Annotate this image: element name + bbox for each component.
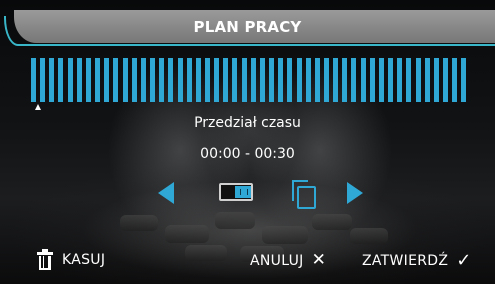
toggle-switch-icon[interactable]: [219, 183, 253, 201]
timeline-segment[interactable]: [186, 58, 192, 102]
timeline-position-marker: [35, 104, 41, 110]
timeline-segment[interactable]: [140, 58, 146, 102]
timeline-segment[interactable]: [378, 58, 384, 102]
timeline-segment[interactable]: [49, 58, 55, 102]
background-pellet: [262, 226, 308, 244]
timeline-segment[interactable]: [113, 58, 119, 102]
timeline-segment[interactable]: [85, 58, 91, 102]
work-schedule-screen: PLAN PRACY Przedział czasu 00:00 - 00:30…: [0, 0, 495, 284]
timeline-segment[interactable]: [95, 58, 101, 102]
confirm-button[interactable]: ZATWIERDŹ ✓: [362, 252, 471, 270]
timeline-segment[interactable]: [76, 58, 82, 102]
copy-icon[interactable]: [292, 180, 316, 209]
timeline-segment[interactable]: [122, 58, 128, 102]
arrow-left-icon[interactable]: [158, 182, 174, 204]
cancel-button-label: ANULUJ: [250, 252, 304, 269]
timeline-segment[interactable]: [159, 58, 165, 102]
background-pellet: [120, 215, 158, 231]
close-icon: ✕: [311, 250, 326, 270]
header: PLAN PRACY: [0, 0, 495, 46]
timeline-segment[interactable]: [296, 58, 302, 102]
timeline-segment[interactable]: [31, 58, 36, 102]
timeline-segment[interactable]: [223, 58, 229, 102]
checkmark-icon: ✓: [456, 250, 472, 271]
timeline-segment[interactable]: [452, 58, 458, 102]
confirm-button-label: ZATWIERDŹ: [362, 253, 449, 269]
background-pellet: [350, 228, 388, 244]
timeline-segment[interactable]: [232, 58, 238, 102]
trash-icon-lid: [37, 252, 53, 255]
trash-icon-body: [39, 256, 51, 270]
timeline-segment[interactable]: [278, 58, 284, 102]
timeline-segment[interactable]: [443, 58, 449, 102]
timeline-segment[interactable]: [333, 58, 339, 102]
timeline-segment[interactable]: [324, 58, 329, 102]
timeline-segment[interactable]: [342, 58, 348, 102]
timeline-segment[interactable]: [204, 58, 210, 102]
background-pellet: [312, 214, 352, 230]
timeline-segment[interactable]: [177, 58, 183, 102]
toggle-grip: [240, 189, 248, 195]
timeline-segment[interactable]: [397, 58, 403, 102]
timeline-segment[interactable]: [259, 58, 265, 102]
timeline-segment[interactable]: [314, 58, 320, 102]
timeline-segment[interactable]: [351, 58, 357, 102]
timeline-segment[interactable]: [58, 58, 64, 102]
background-pellet: [165, 225, 209, 243]
timeline-segment[interactable]: [67, 58, 73, 102]
timeline-segment[interactable]: [433, 58, 439, 102]
delete-button-label: KASUJ: [62, 252, 106, 268]
timeline-segment[interactable]: [150, 58, 156, 102]
cancel-button[interactable]: ANULUJ ✕: [250, 252, 326, 269]
timeline-segment[interactable]: [360, 58, 366, 102]
timeline-segment[interactable]: [388, 58, 394, 102]
timeline-segment[interactable]: [415, 58, 421, 102]
arrow-right-icon[interactable]: [347, 182, 363, 204]
timeline-segment[interactable]: [461, 58, 467, 102]
timeline-segment[interactable]: [250, 58, 256, 102]
timeline-segment[interactable]: [305, 58, 311, 102]
time-range-value[interactable]: 00:00 - 00:30: [0, 146, 495, 162]
timeline-segment[interactable]: [369, 58, 375, 102]
timeline-segment[interactable]: [269, 58, 275, 102]
background-pellet: [185, 245, 227, 261]
timeline-segment[interactable]: [241, 58, 247, 102]
timeline-segment[interactable]: [104, 58, 110, 102]
timeline-segment[interactable]: [40, 58, 46, 102]
timeline-segment[interactable]: [287, 58, 293, 102]
background-pellet: [215, 212, 255, 229]
section-label: Przedział czasu: [194, 115, 301, 131]
schedule-timeline[interactable]: [31, 58, 467, 102]
delete-button[interactable]: KASUJ: [62, 252, 105, 268]
timeline-segment[interactable]: [406, 58, 412, 102]
timeline-segment[interactable]: [195, 58, 201, 102]
timeline-segment[interactable]: [214, 58, 220, 102]
timeline-segment[interactable]: [131, 58, 137, 102]
copy-icon-front-page: [297, 186, 316, 209]
timeline-segment[interactable]: [168, 58, 174, 102]
trash-icon[interactable]: [37, 249, 53, 270]
timeline-segment[interactable]: [424, 58, 430, 102]
page-title: PLAN PRACY: [193, 18, 302, 36]
